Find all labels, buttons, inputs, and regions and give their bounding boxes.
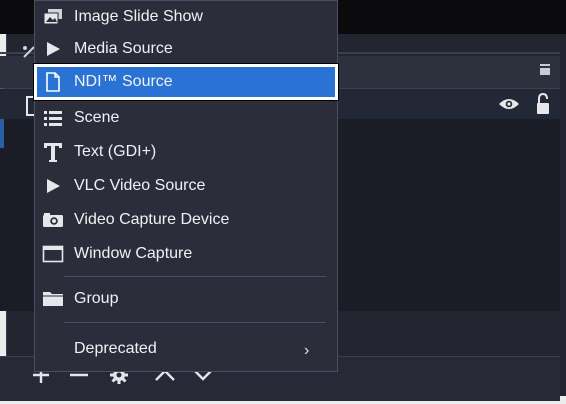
submenu-arrow-icon: ›: [304, 342, 310, 359]
menu-item-window-capture[interactable]: Window Capture: [34, 237, 338, 271]
text-icon: [40, 139, 66, 165]
window-icon: [40, 241, 66, 267]
visibility-eye-icon[interactable]: [498, 97, 520, 116]
menu-item-ndi-source[interactable]: NDI™ Source: [33, 63, 339, 101]
menu-item-spacer: [40, 336, 66, 362]
menu-item-scene[interactable]: Scene: [34, 101, 338, 135]
dock-float-icon[interactable]: [538, 63, 552, 77]
slideshow-icon: [40, 4, 66, 30]
camera-icon: [40, 207, 66, 233]
menu-item-deprecated[interactable]: Deprecated: [34, 332, 338, 366]
play-icon: [40, 36, 66, 62]
menu-item-video-capture-device[interactable]: Video Capture Device: [34, 203, 338, 237]
menu-item-label: NDI™ Source: [74, 73, 173, 90]
menu-item-media-source[interactable]: Media Source: [34, 32, 338, 66]
source-checkbox[interactable]: [26, 96, 34, 116]
menu-item-label: Window Capture: [74, 245, 193, 262]
menu-item-label: Text (GDI+): [74, 143, 157, 160]
menu-item-text-gdi[interactable]: Text (GDI+): [34, 135, 338, 169]
play-icon: [40, 173, 66, 199]
list-icon: [40, 105, 66, 131]
folder-icon: [40, 286, 66, 312]
file-icon: [40, 69, 66, 95]
menu-separator: [64, 322, 326, 323]
menu-item-label: Video Capture Device: [74, 211, 230, 228]
menu-item-label: Media Source: [74, 40, 173, 57]
menu-item-label: Scene: [74, 109, 120, 126]
menu-item-label: VLC Video Source: [74, 177, 206, 194]
lock-icon[interactable]: [536, 92, 550, 120]
menu-separator: [64, 276, 326, 277]
menu-item-vlc-video-source[interactable]: VLC Video Source: [34, 169, 338, 203]
menu-item-label: Group: [74, 290, 119, 307]
menu-item-group[interactable]: Group: [34, 282, 338, 316]
menu-item-label: Image Slide Show: [74, 8, 203, 25]
menu-item-image-slide-show[interactable]: Image Slide Show: [34, 0, 338, 34]
menu-item-label: Deprecated: [74, 340, 157, 357]
